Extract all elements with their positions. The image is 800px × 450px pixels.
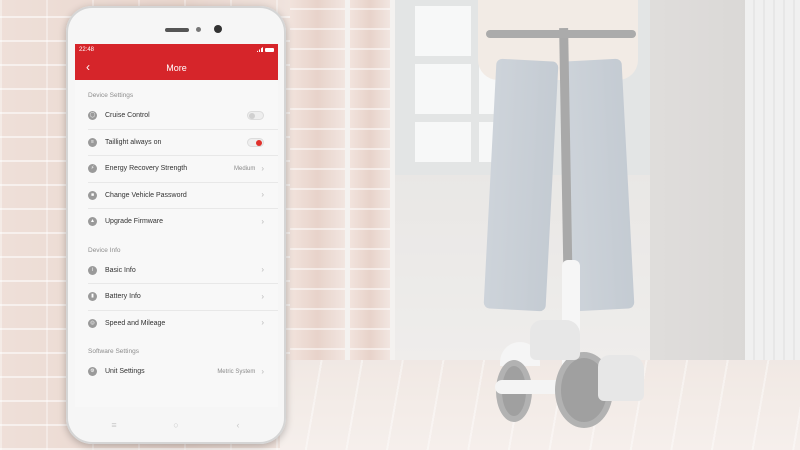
lock-icon: ■ bbox=[88, 190, 97, 200]
upgrade-icon: ▲ bbox=[88, 217, 97, 227]
setting-label: Change Vehicle Password bbox=[105, 191, 187, 199]
chevron-right-icon: › bbox=[261, 366, 264, 376]
chevron-right-icon: › bbox=[261, 318, 264, 328]
chevron-right-icon: › bbox=[261, 265, 264, 275]
chevron-right-icon: › bbox=[261, 190, 264, 200]
title-bar: ‹ More bbox=[75, 55, 278, 80]
app-screen: 22:48 ‹ More Device Settings ◯ Cruise Co… bbox=[75, 44, 278, 407]
taillight-toggle[interactable] bbox=[247, 137, 264, 147]
light-icon: ≡ bbox=[88, 137, 97, 147]
bolt-icon: ⚡ bbox=[88, 164, 97, 174]
setting-energy-recovery[interactable]: ⚡ Energy Recovery Strength Medium › bbox=[88, 156, 278, 183]
page-title: More bbox=[166, 62, 187, 73]
section-header-software-settings: Software Settings bbox=[88, 348, 139, 355]
section-header-device-settings: Device Settings bbox=[88, 92, 134, 99]
setting-label: Taillight always on bbox=[105, 138, 162, 146]
setting-change-password[interactable]: ■ Change Vehicle Password › bbox=[88, 183, 278, 209]
status-time: 22:48 bbox=[79, 46, 95, 53]
info-speed-mileage[interactable]: ◎ Speed and Mileage › bbox=[88, 311, 278, 337]
setting-label: Energy Recovery Strength bbox=[105, 165, 188, 173]
signal-icon bbox=[256, 47, 263, 52]
setting-taillight[interactable]: ≡ Taillight always on bbox=[88, 130, 278, 156]
front-camera bbox=[214, 25, 222, 33]
chevron-right-icon: › bbox=[261, 163, 264, 173]
setting-label: Unit Settings bbox=[105, 368, 145, 376]
back-nav-icon[interactable]: ‹ bbox=[231, 420, 245, 430]
section-header-device-info: Device Info bbox=[88, 246, 121, 254]
chevron-right-icon: › bbox=[261, 216, 264, 226]
setting-upgrade-firmware[interactable]: ▲ Upgrade Firmware › bbox=[88, 209, 278, 235]
setting-label: Battery Info bbox=[105, 293, 141, 301]
speedometer-icon: ◯ bbox=[88, 111, 97, 121]
home-icon[interactable]: ○ bbox=[169, 420, 183, 430]
setting-label: Cruise Control bbox=[105, 112, 150, 120]
setting-label: Basic Info bbox=[105, 266, 136, 274]
info-battery[interactable]: ▮ Battery Info › bbox=[88, 284, 278, 311]
battery-status-icon bbox=[265, 47, 274, 52]
battery-icon: ▮ bbox=[88, 292, 97, 302]
setting-cruise-control[interactable]: ◯ Cruise Control bbox=[88, 103, 278, 130]
setting-label: Speed and Mileage bbox=[105, 319, 166, 327]
setting-unit[interactable]: ⚙ Unit Settings Metric System › bbox=[88, 359, 278, 385]
chevron-left-icon[interactable]: ‹ bbox=[81, 60, 95, 74]
android-nav-bar: ≡ ○ ‹ bbox=[66, 410, 286, 440]
odometer-icon: ◎ bbox=[88, 318, 97, 328]
menu-icon[interactable]: ≡ bbox=[107, 420, 121, 430]
proximity-sensor bbox=[196, 27, 201, 32]
phone-mockup: 22:48 ‹ More Device Settings ◯ Cruise Co… bbox=[66, 6, 286, 444]
setting-value: Medium bbox=[233, 165, 256, 172]
earpiece bbox=[165, 28, 189, 32]
cruise-control-toggle[interactable] bbox=[247, 111, 264, 121]
chevron-right-icon: › bbox=[261, 291, 264, 301]
setting-label: Upgrade Firmware bbox=[105, 218, 163, 226]
setting-value: Metric System bbox=[217, 368, 256, 375]
gear-icon: ⚙ bbox=[88, 367, 97, 377]
info-icon: i bbox=[88, 265, 97, 275]
status-bar: 22:48 bbox=[75, 44, 278, 55]
info-basic[interactable]: i Basic Info › bbox=[88, 258, 278, 284]
